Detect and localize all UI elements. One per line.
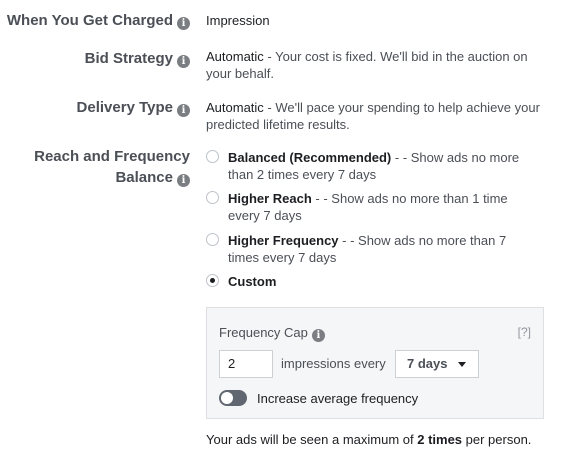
frequency-cap-title: Frequency Cap i (219, 324, 325, 342)
radio-option-title: Custom (228, 274, 277, 289)
delivery-type-value: Automatic - We'll pace your spending to … (206, 99, 546, 133)
radio-option-custom[interactable]: Custom (206, 273, 536, 290)
summary-prefix: Your ads will be seen a maximum of (206, 432, 418, 447)
frequency-summary: Your ads will be seen a maximum of 2 tim… (206, 431, 531, 448)
help-link[interactable]: [?] (518, 324, 531, 341)
radio-option-text: Balanced (Recommended) - - Show ads no m… (228, 149, 536, 183)
bid-strategy-label-text: Bid Strategy (84, 50, 173, 67)
info-icon[interactable]: i (177, 174, 190, 187)
radio-option-text: Higher Reach - - Show ads no more than 1… (228, 190, 536, 224)
summary-bold: 2 times (417, 432, 463, 447)
when-charged-label: When You Get Charged i (7, 10, 190, 31)
bid-strategy-label: Bid Strategy i (85, 48, 190, 69)
caret-down-icon (458, 362, 466, 367)
radio-option-higher-reach[interactable]: Higher Reach - - Show ads no more than 1… (206, 190, 536, 224)
info-icon[interactable]: i (311, 329, 325, 342)
radio-button-checked[interactable] (206, 274, 219, 287)
delivery-type-label-text: Delivery Type (76, 99, 173, 116)
radio-option-title: Higher Frequency (228, 233, 339, 248)
radio-option-higher-frequency[interactable]: Higher Frequency - - Show ads no more th… (206, 232, 536, 266)
reach-frequency-label: Reach and Frequency Balance i (34, 146, 190, 188)
increase-frequency-toggle[interactable] (219, 390, 247, 406)
radio-option-title: Balanced (Recommended) (228, 150, 392, 165)
period-select[interactable]: 7 days (395, 350, 479, 378)
summary-suffix: per person. (462, 432, 532, 447)
impressions-every-label: impressions every (281, 356, 386, 371)
radio-button[interactable] (206, 233, 219, 246)
delivery-type-label: Delivery Type i (77, 97, 190, 118)
bid-strategy-value-lead: Automatic (206, 49, 264, 64)
radio-option-balanced[interactable]: Balanced (Recommended) - - Show ads no m… (206, 149, 536, 183)
frequency-cap-panel: Frequency Cap i [?] 2 impressions every 7… (206, 307, 544, 419)
frequency-cap-title-text: Frequency Cap (219, 325, 308, 340)
info-icon[interactable]: i (177, 104, 190, 117)
radio-option-text: Higher Frequency - - Show ads no more th… (228, 232, 536, 266)
reach-frequency-label-line2: Balance (115, 169, 173, 186)
radio-option-title: Higher Reach (228, 191, 312, 206)
bid-strategy-value: Automatic - Your cost is fixed. We'll bi… (206, 48, 546, 82)
toggle-knob (221, 392, 233, 404)
when-charged-label-text: When You Get Charged (6, 12, 173, 29)
radio-button[interactable] (206, 150, 219, 163)
reach-frequency-label-line2-wrap: Balance i (34, 167, 190, 188)
when-charged-value: Impression (206, 13, 270, 28)
info-icon[interactable]: i (177, 55, 190, 68)
radio-button[interactable] (206, 191, 219, 204)
delivery-type-value-lead: Automatic (206, 100, 264, 115)
info-icon[interactable]: i (177, 17, 190, 30)
radio-option-text: Custom (228, 273, 536, 290)
increase-frequency-label: Increase average frequency (257, 391, 419, 406)
period-select-value: 7 days (407, 356, 448, 371)
impressions-input[interactable]: 2 (219, 350, 273, 378)
reach-frequency-label-line1: Reach and Frequency (34, 148, 190, 165)
